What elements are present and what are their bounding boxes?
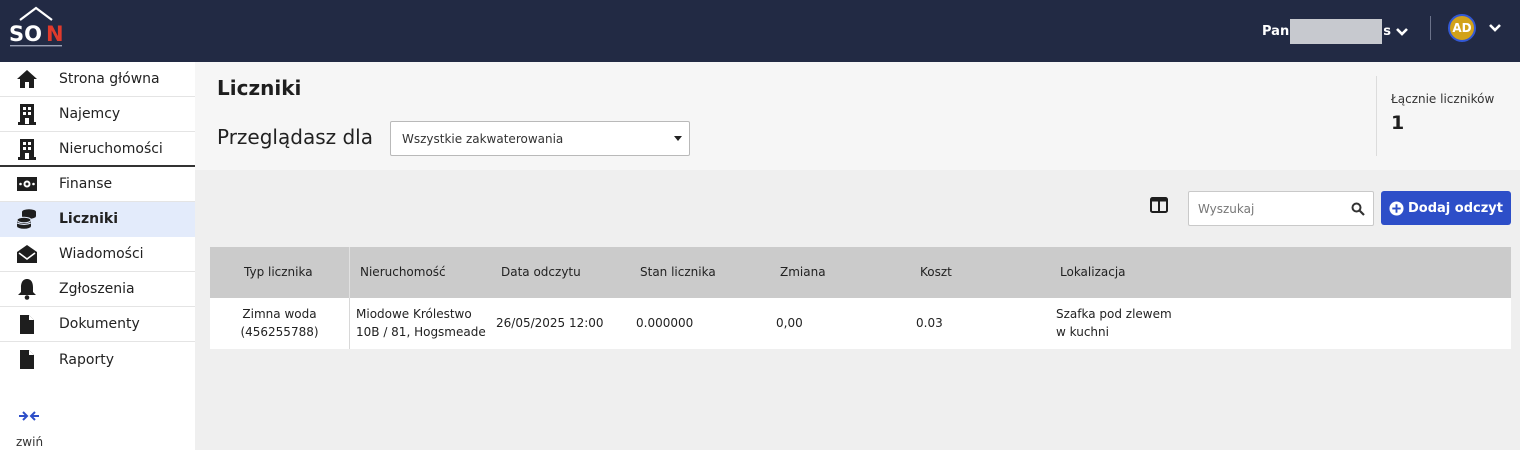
- user-menu[interactable]: Pan s: [1262, 19, 1409, 44]
- redacted-name: [1290, 19, 1383, 44]
- avatar[interactable]: AD: [1448, 14, 1476, 42]
- sidebar-item-label: Finanse: [59, 176, 113, 192]
- top-bar: SO N Pan s AD: [0, 0, 1520, 62]
- stat-label: Łącznie liczników: [1391, 92, 1495, 106]
- accommodation-select[interactable]: Wszystkie zakwaterowania: [390, 121, 690, 156]
- sidebar-item-tenants[interactable]: Najemcy: [0, 97, 195, 132]
- sidebar-item-reports[interactable]: Raporty: [0, 342, 195, 377]
- meters-table: Typ licznika Nieruchomość Data odczytu S…: [210, 247, 1511, 349]
- meters-count-stat: Łącznie liczników 1: [1376, 76, 1520, 156]
- sidebar-item-meters[interactable]: Liczniki: [0, 202, 195, 237]
- cell-property: Miodowe Królestwo 10B / 81, Hogsmeade: [356, 305, 486, 341]
- file-icon: [16, 313, 38, 335]
- table-row[interactable]: Zimna woda (456255788) Miodowe Królestwo…: [210, 298, 1511, 349]
- sidebar: Strona główna Najemcy Nieruchomości Fina…: [0, 62, 195, 450]
- envelope-icon: [16, 243, 38, 265]
- column-divider: [349, 298, 350, 349]
- user-name-suffix: s: [1383, 24, 1391, 39]
- sidebar-item-label: Nieruchomości: [59, 140, 163, 157]
- sidebar-item-label: Liczniki: [59, 211, 119, 227]
- sidebar-item-label: Strona główna: [59, 71, 160, 87]
- column-header-state[interactable]: Stan licznika: [640, 265, 716, 279]
- bell-icon: [16, 278, 38, 300]
- table-header: Typ licznika Nieruchomość Data odczytu S…: [210, 247, 1511, 298]
- sidebar-item-properties[interactable]: Nieruchomości: [0, 132, 195, 167]
- column-header-type[interactable]: Typ licznika: [244, 265, 313, 279]
- page-title: Liczniki: [217, 76, 302, 100]
- plus-circle-icon: [1389, 200, 1404, 216]
- building-icon: [16, 103, 38, 125]
- column-header-cost[interactable]: Koszt: [920, 265, 952, 279]
- sidebar-item-messages[interactable]: Wiadomości: [0, 237, 195, 272]
- cell-meter-state: 0.000000: [636, 316, 694, 330]
- cell-meter-type: Zimna woda (456255788): [210, 305, 349, 341]
- add-reading-label: Dodaj odczyt: [1408, 200, 1503, 216]
- svg-text:SO: SO: [9, 22, 42, 46]
- column-header-property[interactable]: Nieruchomość: [360, 265, 446, 279]
- chevron-down-icon[interactable]: [1488, 21, 1502, 35]
- money-icon: [16, 173, 38, 195]
- cell-change: 0,00: [776, 316, 803, 330]
- sidebar-item-label: Wiadomości: [59, 246, 144, 262]
- topbar-divider: [1430, 16, 1431, 40]
- app-logo[interactable]: SO N: [6, 4, 66, 50]
- home-icon: [16, 68, 38, 90]
- browse-label: Przeglądasz dla: [217, 125, 373, 149]
- sidebar-item-reports-issues[interactable]: Zgłoszenia: [0, 272, 195, 307]
- meter-type-number: (456255788): [240, 325, 319, 339]
- cell-cost: 0.03: [916, 316, 943, 330]
- svg-text:N: N: [46, 22, 64, 46]
- sidebar-item-home[interactable]: Strona główna: [0, 62, 195, 97]
- column-header-date[interactable]: Data odczytu: [501, 265, 581, 279]
- property-address: 10B / 81, Hogsmeade: [356, 325, 486, 339]
- search-box: [1188, 191, 1374, 226]
- sidebar-item-documents[interactable]: Dokumenty: [0, 307, 195, 342]
- location-line-1: Szafka pod zlewem: [1056, 307, 1172, 321]
- coins-icon: [16, 208, 38, 230]
- cell-location: Szafka pod zlewem w kuchni: [1056, 305, 1172, 341]
- user-name-prefix: Pan: [1262, 24, 1290, 39]
- page-header: Liczniki Przeglądasz dla Wszystkie zakwa…: [195, 62, 1520, 170]
- property-name: Miodowe Królestwo: [356, 307, 472, 321]
- sidebar-item-label: Zgłoszenia: [59, 281, 135, 297]
- chevron-down-icon: [1396, 27, 1408, 36]
- search-input[interactable]: [1190, 193, 1340, 224]
- building-icon: [16, 138, 38, 160]
- stat-value: 1: [1391, 112, 1405, 134]
- sidebar-item-label: Raporty: [59, 351, 114, 368]
- sidebar-item-finance[interactable]: Finanse: [0, 167, 195, 202]
- collapse-arrows-icon[interactable]: [18, 410, 40, 422]
- column-header-change[interactable]: Zmiana: [780, 265, 826, 279]
- select-value: Wszystkie zakwaterowania: [402, 132, 564, 146]
- add-reading-button[interactable]: Dodaj odczyt: [1381, 191, 1511, 225]
- column-divider: [349, 247, 350, 298]
- column-header-location[interactable]: Lokalizacja: [1060, 265, 1126, 279]
- search-icon[interactable]: [1351, 202, 1365, 216]
- sidebar-item-label: Najemcy: [59, 106, 121, 122]
- meter-type-name: Zimna woda: [242, 307, 317, 321]
- collapse-sidebar-label[interactable]: zwiń: [16, 435, 43, 449]
- cell-reading-date: 26/05/2025 12:00: [496, 316, 604, 330]
- caret-down-icon: [674, 136, 682, 141]
- location-line-2: w kuchni: [1056, 325, 1109, 339]
- sidebar-item-label: Dokumenty: [59, 316, 140, 332]
- avatar-initials: AD: [1452, 21, 1472, 35]
- columns-icon[interactable]: [1150, 197, 1168, 213]
- file-icon: [16, 349, 38, 371]
